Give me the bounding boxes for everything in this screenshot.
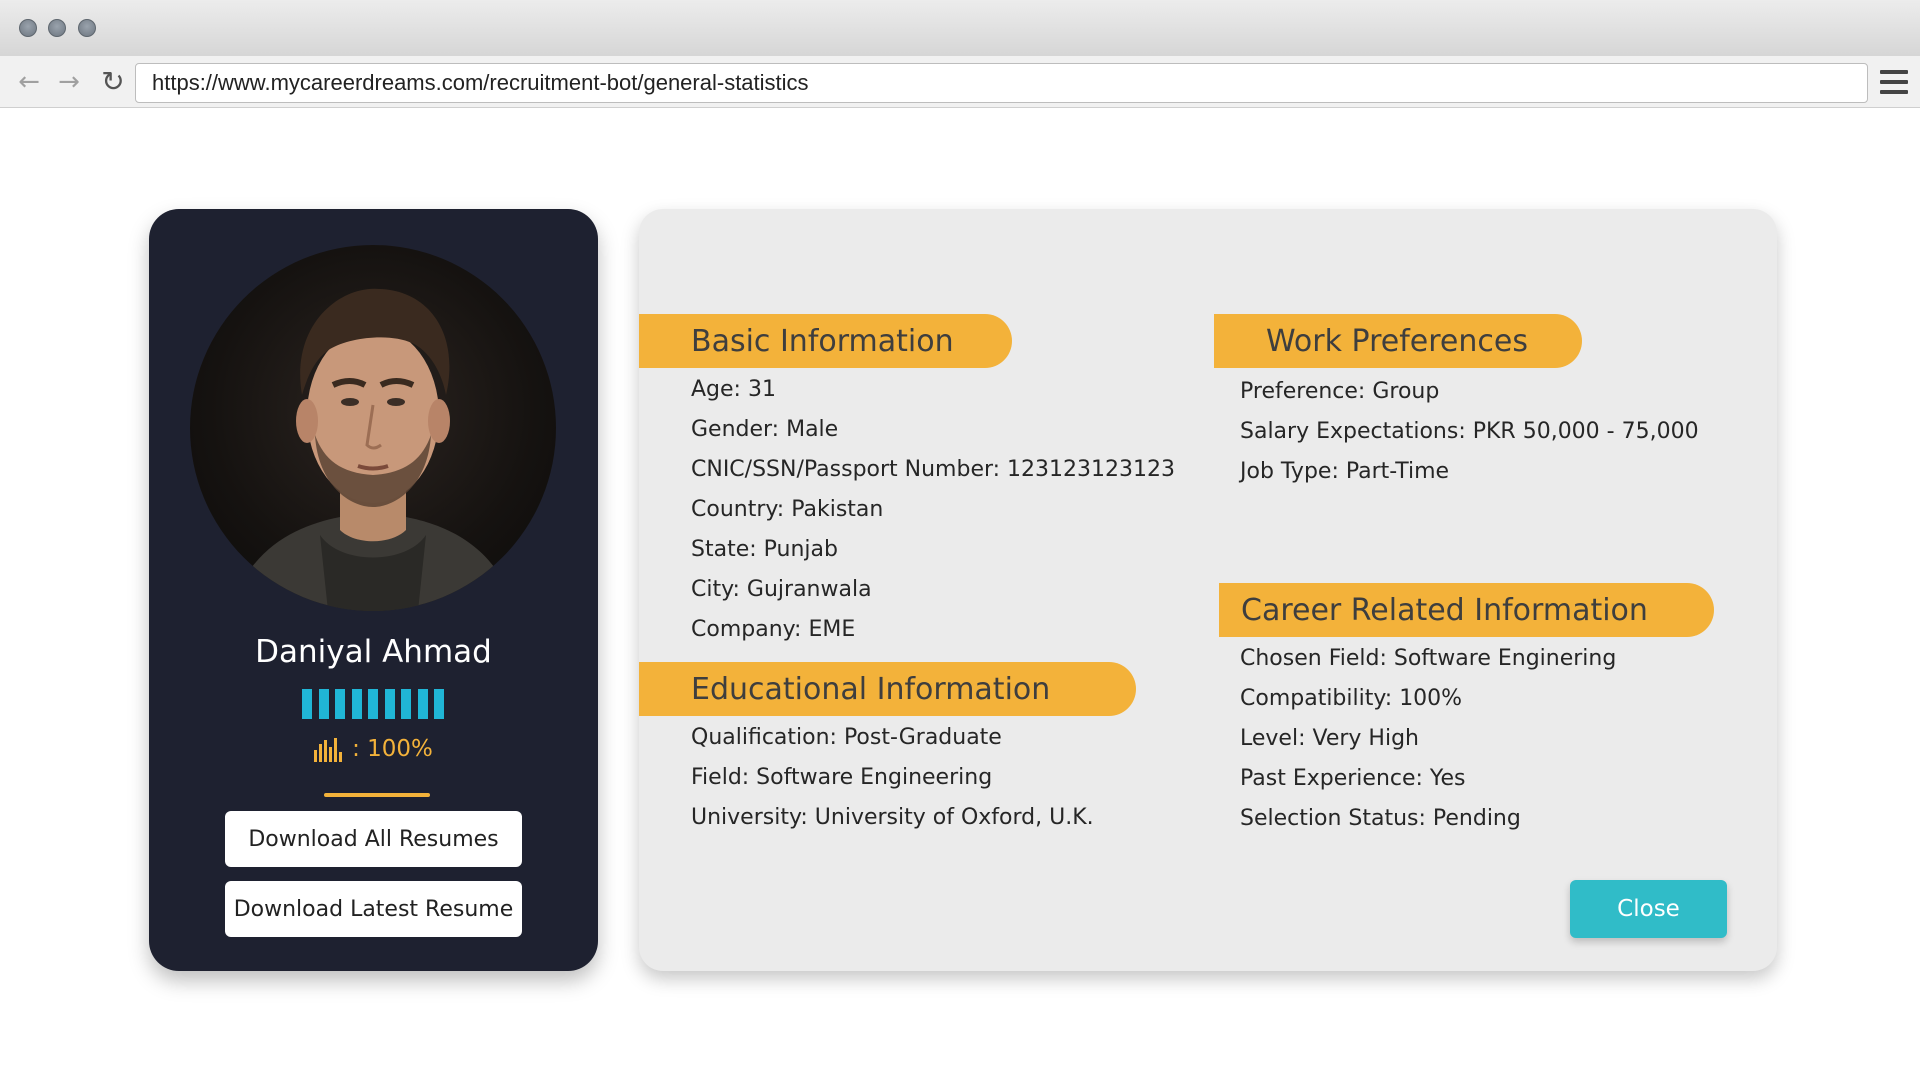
basic-information-list: Age: 31 Gender: Male CNIC/SSN/Passport N… bbox=[691, 370, 1175, 650]
work-preferences-header: Work Preferences bbox=[1214, 314, 1582, 368]
field-past-experience: Past Experience: Yes bbox=[1240, 766, 1466, 791]
profile-card: Daniyal Ahmad : 100% Download All Resume… bbox=[149, 209, 598, 971]
rating-segment bbox=[434, 689, 444, 719]
field-id-number: CNIC/SSN/Passport Number: 123123123123 bbox=[691, 457, 1176, 482]
field-gender: Gender: Male bbox=[691, 417, 839, 442]
compatibility-value: : 100% bbox=[352, 736, 433, 762]
profile-name: Daniyal Ahmad bbox=[255, 634, 492, 670]
field-age: Age: 31 bbox=[691, 377, 776, 402]
reload-icon[interactable]: ↻ bbox=[96, 66, 130, 98]
career-related-information-list: Chosen Field: Software Enginering Compat… bbox=[1240, 639, 1616, 839]
field-selection-status: Selection Status: Pending bbox=[1240, 806, 1521, 831]
rating-meter bbox=[302, 689, 444, 719]
field-chosen-field: Chosen Field: Software Enginering bbox=[1240, 646, 1617, 671]
educational-information-header: Educational Information bbox=[639, 662, 1136, 716]
details-panel: Basic Information Age: 31 Gender: Male C… bbox=[639, 209, 1777, 971]
section-title: Basic Information bbox=[691, 323, 954, 359]
field-company: Company: EME bbox=[691, 617, 856, 642]
rating-segment bbox=[335, 689, 345, 719]
field-preference: Preference: Group bbox=[1240, 379, 1440, 404]
field-level: Level: Very High bbox=[1240, 726, 1419, 751]
url-text: https://www.mycareerdreams.com/recruitme… bbox=[152, 70, 809, 95]
field-city: City: Gujranwala bbox=[691, 577, 872, 602]
rating-segment bbox=[302, 689, 312, 719]
field-field: Field: Software Engineering bbox=[691, 765, 993, 790]
field-qualification: Qualification: Post-Graduate bbox=[691, 725, 1002, 750]
rating-segment bbox=[384, 689, 395, 719]
window-close-dot[interactable] bbox=[19, 19, 37, 37]
work-preferences-list: Preference: Group Salary Expectations: P… bbox=[1240, 372, 1699, 492]
rating-segment bbox=[401, 689, 411, 719]
window-minimize-dot[interactable] bbox=[48, 19, 66, 37]
field-university: University: University of Oxford, U.K. bbox=[691, 805, 1094, 830]
field-salary-expectations: Salary Expectations: PKR 50,000 - 75,000 bbox=[1240, 419, 1699, 444]
section-title: Career Related Information bbox=[1241, 592, 1648, 628]
close-button[interactable]: Close bbox=[1570, 880, 1727, 938]
educational-information-list: Qualification: Post-Graduate Field: Soft… bbox=[691, 718, 1094, 838]
hamburger-menu-icon[interactable] bbox=[1880, 70, 1908, 94]
bar-chart-icon bbox=[314, 738, 344, 762]
compatibility-indicator: : 100% bbox=[149, 736, 598, 762]
address-bar[interactable]: https://www.mycareerdreams.com/recruitme… bbox=[135, 63, 1868, 103]
basic-information-header: Basic Information bbox=[639, 314, 1012, 368]
field-state: State: Punjab bbox=[691, 537, 838, 562]
avatar bbox=[190, 245, 556, 611]
back-arrow-icon[interactable]: ← bbox=[12, 66, 46, 98]
field-job-type: Job Type: Part-Time bbox=[1240, 459, 1450, 484]
forward-arrow-icon[interactable]: → bbox=[52, 66, 86, 98]
career-related-information-header: Career Related Information bbox=[1219, 583, 1714, 637]
browser-toolbar: ← → ↻ https://www.mycareerdreams.com/rec… bbox=[0, 56, 1920, 108]
rating-segment bbox=[351, 689, 362, 719]
section-title: Educational Information bbox=[691, 671, 1051, 707]
download-all-resumes-button[interactable]: Download All Resumes bbox=[225, 811, 522, 867]
field-country: Country: Pakistan bbox=[691, 497, 884, 522]
rating-segment bbox=[318, 689, 329, 719]
divider bbox=[324, 793, 430, 797]
field-compatibility: Compatibility: 100% bbox=[1240, 686, 1463, 711]
browser-titlebar bbox=[0, 0, 1920, 56]
rating-segment bbox=[368, 689, 378, 719]
rating-segment bbox=[417, 689, 428, 719]
section-title: Work Preferences bbox=[1266, 323, 1528, 359]
download-latest-resume-button[interactable]: Download Latest Resume bbox=[225, 881, 522, 937]
window-zoom-dot[interactable] bbox=[78, 19, 96, 37]
